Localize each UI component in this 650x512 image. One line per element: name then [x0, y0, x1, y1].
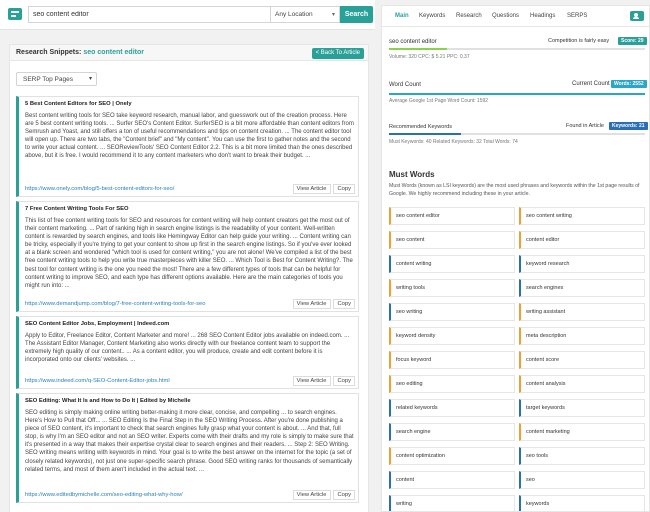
snippet-actions: View Article Copy — [292, 184, 355, 194]
location-value: Any Location — [275, 11, 313, 18]
keywords-stats: Must Keywords: 40 Related Keywords: 32 T… — [389, 139, 518, 145]
must-word-item[interactable]: keyword research — [519, 255, 645, 273]
view-article-button[interactable]: View Article — [292, 376, 331, 386]
panel-title-keyword: seo content editor — [83, 49, 144, 56]
tab-research[interactable]: Research — [456, 13, 482, 19]
must-word-item[interactable]: keywords — [519, 495, 645, 511]
serp-pages-select[interactable]: SERP Top Pages ▾ — [16, 72, 97, 86]
snippet-title: SEO Editing: What It Is and How to Do It… — [25, 398, 191, 404]
snippet-body: Best content writing tools for SEO take … — [25, 113, 354, 160]
chevron-down-icon: ▾ — [88, 76, 92, 82]
panel-title-prefix: Research Snippets: — [16, 49, 82, 56]
keyword-label: seo content editor — [389, 39, 437, 45]
must-word-item[interactable]: writing — [389, 495, 515, 511]
view-article-button[interactable]: View Article — [292, 299, 331, 309]
location-select[interactable]: Any Location ▾ — [270, 6, 340, 23]
must-word-item[interactable]: content writing — [389, 255, 515, 273]
must-word-item[interactable]: content analysis — [519, 375, 645, 393]
snippet-url[interactable]: https://www.demandjump.com/blog/7-free-c… — [25, 301, 205, 307]
snippet-actions: View Article Copy — [292, 376, 355, 386]
snippet-title: 7 Free Content Writing Tools For SEO — [25, 206, 129, 212]
must-word-item[interactable]: seo writing — [389, 303, 515, 321]
snippet-card: 7 Free Content Writing Tools For SEO Thi… — [16, 201, 359, 312]
word-count-label: Word Count — [389, 82, 421, 88]
app-logo-icon[interactable] — [8, 8, 22, 20]
analysis-panel: Main Keywords Research Questions Heading… — [381, 5, 650, 512]
search-input[interactable] — [28, 6, 270, 23]
snippet-actions: View Article Copy — [292, 490, 355, 500]
tab-bar: Main Keywords Research Questions Heading… — [382, 6, 649, 27]
snippet-title: 5 Best Content Editors for SEO | Onely — [25, 101, 132, 107]
competition-bar — [389, 48, 645, 50]
must-words-title: Must Words — [389, 170, 435, 179]
view-article-button[interactable]: View Article — [292, 490, 331, 500]
must-word-item[interactable]: meta description — [519, 327, 645, 345]
snippet-actions: View Article Copy — [292, 299, 355, 309]
keywords-found-badge: Keywords: 21 — [609, 122, 648, 130]
research-snippets-panel: Research Snippets: seo content editor < … — [9, 44, 369, 512]
must-word-item[interactable]: writing assistant — [519, 303, 645, 321]
serp-select-value: SERP Top Pages — [23, 76, 73, 83]
copy-button[interactable]: Copy — [333, 184, 355, 194]
must-word-item[interactable]: content editor — [519, 231, 645, 249]
tab-keywords[interactable]: Keywords — [419, 13, 445, 19]
found-in-article-label: Found in Article — [566, 123, 604, 129]
copy-button[interactable]: Copy — [333, 299, 355, 309]
snippet-title: SEO Content Editor Jobs, Employment | In… — [25, 321, 170, 327]
search-bar: Any Location ▾ Search — [0, 0, 375, 30]
panel-header: Research Snippets: seo content editor < … — [10, 45, 368, 61]
must-word-item[interactable]: content optimization — [389, 447, 515, 465]
average-word-count: Average Google 1st Page Word Count: 1592 — [389, 98, 489, 104]
tab-serps[interactable]: SERPS — [567, 13, 587, 19]
must-word-item[interactable]: seo editing — [389, 375, 515, 393]
snippet-url[interactable]: https://www.editedbymichelle.com/seo-edi… — [25, 492, 183, 498]
view-article-button[interactable]: View Article — [292, 184, 331, 194]
must-word-item[interactable]: target keywords — [519, 399, 645, 417]
competition-label: Competition is fairly easy — [548, 38, 610, 44]
must-word-item[interactable]: seo content writing — [519, 207, 645, 225]
snippet-card: 5 Best Content Editors for SEO | Onely B… — [16, 96, 359, 197]
tab-headings[interactable]: Headings — [530, 13, 555, 19]
must-word-item[interactable]: content — [389, 471, 515, 489]
chevron-down-icon: ▾ — [331, 12, 335, 18]
add-user-icon[interactable] — [630, 11, 644, 21]
back-to-article-button[interactable]: < Back To Article — [311, 48, 364, 59]
recommended-keywords-label: Recommended Keywords — [389, 124, 452, 130]
word-count-badge: Words: 2552 — [611, 80, 647, 88]
tab-main[interactable]: Main — [395, 13, 409, 19]
must-word-item[interactable]: search engines — [519, 279, 645, 297]
competition-score-badge: Score: 29 — [618, 37, 647, 45]
must-word-item[interactable]: focus keyword — [389, 351, 515, 369]
copy-button[interactable]: Copy — [333, 490, 355, 500]
snippet-body: SEO editing is simply making online writ… — [25, 410, 354, 473]
panel-title: Research Snippets: seo content editor — [16, 49, 144, 56]
search-button[interactable]: Search — [340, 6, 373, 23]
must-word-item[interactable]: seo tools — [519, 447, 645, 465]
keywords-bar-fill — [389, 133, 461, 135]
must-word-item[interactable]: seo content editor — [389, 207, 515, 225]
must-word-item[interactable]: seo content — [389, 231, 515, 249]
must-word-item[interactable]: content marketing — [519, 423, 645, 441]
snippet-url[interactable]: https://www.indeed.com/q-SEO-Content-Edi… — [25, 378, 170, 384]
keyword-stats: Volume: 320 CPC: $ 5.21 PPC: 0.37 — [389, 54, 470, 60]
competition-bar-fill — [389, 48, 447, 50]
keywords-bar — [389, 133, 645, 135]
snippet-body: Apply to Editor, Freelance Editor, Conte… — [25, 333, 350, 364]
snippet-card: SEO Content Editor Jobs, Employment | In… — [16, 316, 359, 389]
must-words-description: Must Words (known as LSI keywords) are t… — [389, 183, 640, 197]
must-word-item[interactable]: content score — [519, 351, 645, 369]
must-word-item[interactable]: related keywords — [389, 399, 515, 417]
tab-questions[interactable]: Questions — [492, 13, 519, 19]
must-word-item[interactable]: keyword density — [389, 327, 515, 345]
snippet-body: This list of free content writing tools … — [25, 218, 353, 289]
must-word-item[interactable]: writing tools — [389, 279, 515, 297]
word-count-bar — [389, 93, 645, 95]
snippet-card: SEO Editing: What It Is and How to Do It… — [16, 393, 359, 503]
current-count-label: Current Count — [572, 81, 610, 87]
snippet-url[interactable]: https://www.onely.com/blog/5-best-conten… — [25, 186, 174, 192]
must-word-item[interactable]: seo — [519, 471, 645, 489]
copy-button[interactable]: Copy — [333, 376, 355, 386]
must-word-item[interactable]: search engine — [389, 423, 515, 441]
